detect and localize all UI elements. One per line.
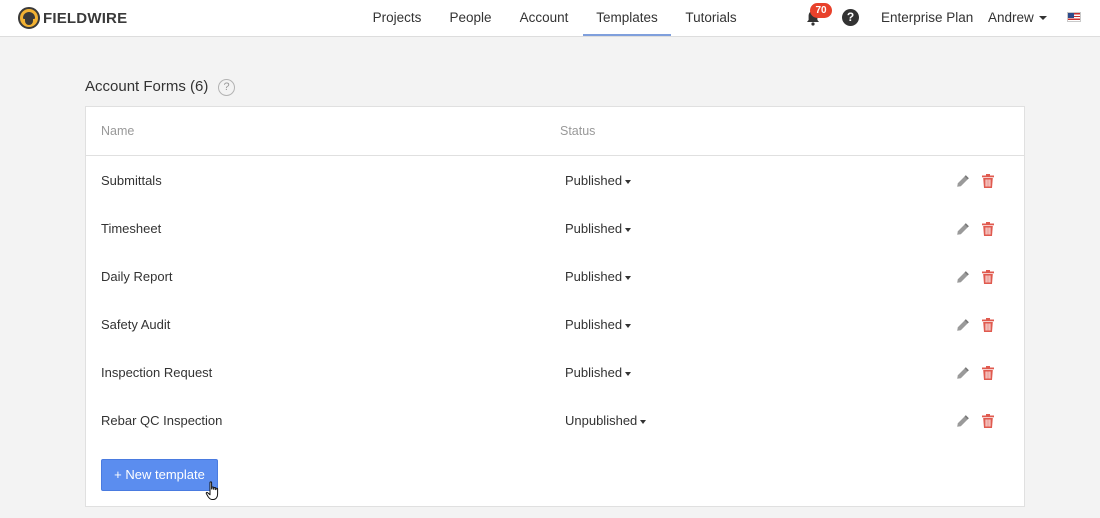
nav-tab-templates[interactable]: Templates: [583, 0, 671, 36]
caret-down-icon: [625, 227, 632, 232]
help-icon[interactable]: ?: [842, 9, 859, 26]
section-title: Account Forms (6): [85, 78, 209, 95]
table-row: Timesheet Published: [86, 205, 1024, 253]
trash-icon[interactable]: [982, 270, 994, 284]
status-dropdown[interactable]: Published: [565, 365, 632, 380]
pencil-icon[interactable]: [956, 414, 970, 428]
section-help-icon[interactable]: ?: [218, 79, 235, 96]
trash-icon[interactable]: [982, 366, 994, 380]
nav-tab-account[interactable]: Account: [511, 0, 577, 36]
table-row: Submittals Published: [86, 157, 1024, 205]
status-dropdown[interactable]: Unpublished: [565, 413, 647, 428]
status-dropdown[interactable]: Published: [565, 221, 632, 236]
status-label: Published: [565, 317, 623, 332]
template-name[interactable]: Daily Report: [101, 269, 173, 284]
status-dropdown[interactable]: Published: [565, 269, 632, 284]
nav-tab-tutorials[interactable]: Tutorials: [678, 0, 744, 36]
status-label: Published: [565, 173, 623, 188]
status-label: Unpublished: [565, 413, 638, 428]
fieldwire-logo-icon: [18, 7, 40, 29]
templates-table: Name Status Submittals Published Timesheet…: [85, 106, 1025, 507]
user-menu[interactable]: Andrew: [988, 0, 1047, 35]
table-row: Daily Report Published: [86, 253, 1024, 301]
template-name[interactable]: Safety Audit: [101, 317, 170, 332]
template-name[interactable]: Submittals: [101, 173, 162, 188]
trash-icon[interactable]: [982, 222, 994, 236]
table-row: Safety Audit Published: [86, 301, 1024, 349]
status-label: Published: [565, 365, 623, 380]
caret-down-icon: [640, 419, 647, 424]
caret-down-icon: [625, 323, 632, 328]
status-label: Published: [565, 221, 623, 236]
new-template-button[interactable]: + New template: [101, 459, 218, 491]
caret-down-icon: [625, 275, 632, 280]
table-row: Rebar QC Inspection Unpublished: [86, 397, 1024, 445]
enterprise-plan-link[interactable]: Enterprise Plan: [881, 0, 973, 35]
trash-icon[interactable]: [982, 318, 994, 332]
status-dropdown[interactable]: Published: [565, 173, 632, 188]
hand-pointer-cursor-icon: [205, 481, 219, 500]
pencil-icon[interactable]: [956, 174, 970, 188]
pencil-icon[interactable]: [956, 366, 970, 380]
fieldwire-logo[interactable]: FIELDWIRE: [18, 7, 127, 29]
notification-badge[interactable]: 70: [810, 3, 832, 18]
trash-icon[interactable]: [982, 174, 994, 188]
template-name[interactable]: Rebar QC Inspection: [101, 413, 222, 428]
pencil-icon[interactable]: [956, 318, 970, 332]
nav-tab-projects[interactable]: Projects: [365, 0, 429, 36]
top-navigation-bar: FIELDWIRE Projects People Account Templa…: [0, 0, 1100, 37]
pencil-icon[interactable]: [956, 270, 970, 284]
template-name[interactable]: Inspection Request: [101, 365, 212, 380]
status-dropdown[interactable]: Published: [565, 317, 632, 332]
table-row: Inspection Request Published: [86, 349, 1024, 397]
caret-down-icon: [625, 371, 632, 376]
nav-tab-people[interactable]: People: [442, 0, 499, 36]
user-name: Andrew: [988, 10, 1034, 25]
us-flag-icon[interactable]: [1067, 12, 1081, 22]
column-header-status: Status: [560, 124, 596, 138]
table-header: Name Status: [86, 107, 1024, 156]
trash-icon[interactable]: [982, 414, 994, 428]
caret-down-icon: [1038, 16, 1047, 21]
pencil-icon[interactable]: [956, 222, 970, 236]
template-name[interactable]: Timesheet: [101, 221, 161, 236]
status-label: Published: [565, 269, 623, 284]
column-header-name: Name: [101, 124, 135, 138]
logo-text: FIELDWIRE: [43, 9, 128, 27]
caret-down-icon: [625, 179, 632, 184]
